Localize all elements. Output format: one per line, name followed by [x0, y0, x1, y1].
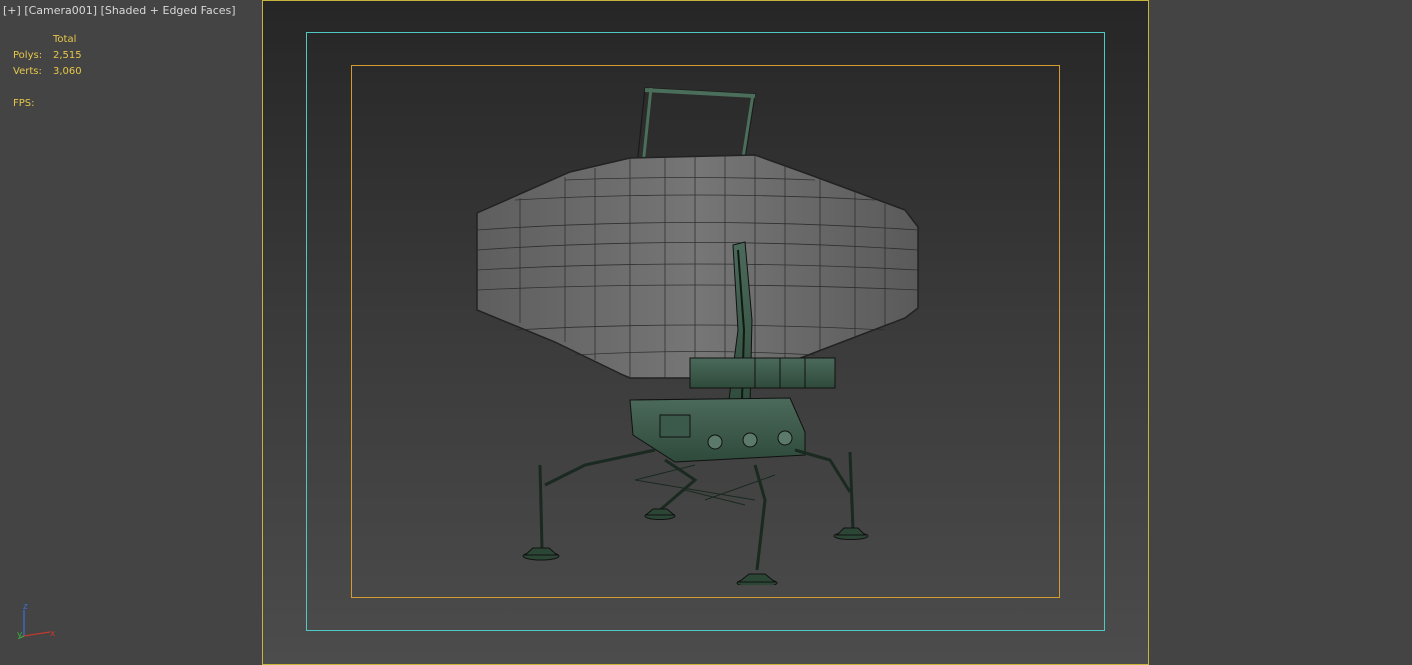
leg-braces: [634, 464, 776, 506]
radar-antenna-model[interactable]: [455, 80, 935, 588]
polys-label: Polys:: [13, 50, 43, 61]
viewport-shading-menu[interactable]: [Shaded + Edged Faces]: [101, 4, 236, 17]
legs: [538, 448, 855, 571]
x-axis-label: x: [50, 629, 56, 639]
y-axis-label: y: [17, 630, 23, 640]
z-axis-label: z: [23, 602, 28, 612]
verts-value: 3,060: [53, 66, 82, 77]
polys-value: 2,515: [53, 50, 82, 61]
viewport-label: [+] [Camera001] [Shaded + Edged Faces]: [3, 4, 236, 17]
x-axis-line: [23, 631, 51, 637]
axis-gizmo-icon: z y x: [14, 600, 64, 646]
stats-header: Total: [53, 34, 77, 45]
viewport-camera-menu[interactable]: [Camera001]: [24, 4, 97, 17]
viewport-plus-menu[interactable]: [+]: [3, 4, 21, 17]
side-housing: [689, 357, 836, 389]
verts-label: Verts:: [13, 66, 42, 77]
fps-label: FPS:: [13, 98, 35, 109]
feet: [522, 508, 869, 588]
radar-dish: [476, 154, 919, 379]
base-platform: [629, 397, 806, 463]
